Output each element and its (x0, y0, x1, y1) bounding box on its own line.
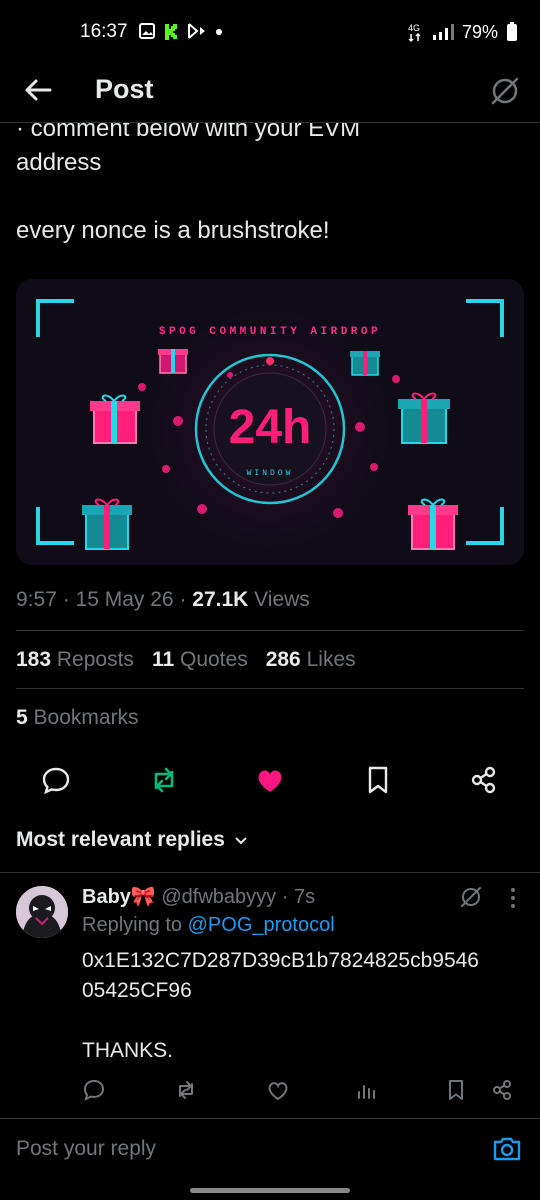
header-divider (0, 122, 540, 123)
gallery-icon (139, 23, 155, 39)
like-heart-icon[interactable] (254, 764, 286, 796)
bookmarks-stat[interactable]: 5 Bookmarks (16, 706, 139, 730)
reposts-stat[interactable]: 183 Reposts (16, 648, 134, 672)
repost-icon[interactable] (148, 764, 180, 796)
media-sub-text: WINDOW (247, 469, 294, 478)
battery-icon (507, 22, 517, 41)
analytics-icon[interactable] (354, 1078, 378, 1102)
replies-sort-label: Most relevant replies (16, 828, 225, 851)
quotes-stat[interactable]: 11 Quotes (152, 648, 248, 672)
bookmark-icon[interactable] (362, 764, 394, 796)
like-icon[interactable] (266, 1078, 290, 1102)
divider (16, 630, 524, 631)
share-icon[interactable] (490, 1078, 514, 1102)
views-label: Views (254, 588, 310, 611)
reply-handle: @dfwbabyyy (161, 886, 277, 908)
repost-icon[interactable] (174, 1078, 198, 1102)
reply-composer: Post your reply (0, 1118, 540, 1181)
back-arrow-icon[interactable] (22, 74, 54, 106)
quotes-count: 11 (151, 648, 175, 671)
reply-input[interactable]: Post your reply (16, 1137, 156, 1161)
grok-icon[interactable] (488, 74, 522, 108)
likes-label: Likes (306, 648, 356, 671)
bookmark-icon[interactable] (444, 1078, 468, 1102)
kick-app-icon (163, 23, 179, 40)
share-icon[interactable] (468, 764, 500, 796)
more-options-icon[interactable] (506, 886, 520, 910)
tweet-text: · comment below with your EVM address ev… (16, 123, 361, 244)
post-date: 15 May 26 (75, 588, 174, 611)
replying-prefix: Replying to (82, 914, 183, 936)
status-time: 16:37 (80, 21, 128, 42)
quotes-label: Quotes (179, 648, 248, 671)
gift-icon (82, 498, 132, 550)
media-big-text: 24h (229, 401, 312, 454)
gift-icon (158, 349, 188, 374)
reply-author: Baby🎀 @dfwbabyyy · 7s (82, 884, 315, 909)
camera-icon[interactable] (492, 1133, 522, 1163)
signal-icon (432, 24, 454, 40)
gift-icon (350, 351, 380, 376)
reply-actions (0, 1074, 540, 1106)
reposts-label: Reposts (56, 648, 134, 671)
battery-percent: 79% (461, 21, 498, 42)
bookmarks-label: Bookmarks (33, 706, 139, 729)
status-bar: 16:37 4G 79% (0, 0, 540, 62)
gift-icon (398, 392, 450, 444)
engagement-stats: 183 Reposts 11 Quotes 286 Likes (16, 648, 356, 672)
avatar-image (16, 886, 68, 938)
divider (0, 872, 540, 873)
tweet-meta: 9:57 · 15 May 26 · 27.1K Views (16, 588, 310, 611)
bookmarks-count: 5 (16, 706, 28, 729)
reply-age: 7s (293, 886, 316, 908)
reposts-count: 183 (16, 648, 52, 671)
gift-icon (408, 498, 458, 550)
reply-text: 0x1E132C7D287D39cB1b7824825cb9546 05425C… (82, 949, 479, 1062)
reply-display-name: Baby🎀 (82, 886, 156, 908)
views-count: 27.1K (192, 588, 249, 611)
airdrop-graphic: $POG COMMUNITY AIRDROP 24h WINDOW (16, 279, 524, 565)
top-app-bar: Post (0, 62, 540, 120)
divider (16, 688, 524, 689)
reply-icon[interactable] (82, 1078, 106, 1102)
play-app-icon (188, 23, 205, 39)
likes-count: 286 (265, 648, 301, 671)
tweet-actions (0, 760, 540, 800)
replying-to: Replying to @POG_protocol (82, 914, 335, 937)
page-title: Post (95, 74, 154, 104)
post-time: 9:57 (16, 588, 57, 611)
media-banner: $POG COMMUNITY AIRDROP (159, 326, 381, 338)
dot-icon (216, 29, 222, 35)
likes-stat[interactable]: 286 Likes (266, 648, 356, 672)
network-4g-icon: 4G (408, 23, 421, 43)
separator-dot: · (276, 886, 294, 908)
reply-icon[interactable] (40, 764, 72, 796)
tweet-text-viewport: · comment below with your EVM address ev… (0, 123, 540, 273)
gift-icon (90, 394, 140, 444)
gesture-bar[interactable] (190, 1188, 350, 1193)
replying-to-link[interactable]: @POG_protocol (188, 914, 335, 936)
network-label: 4G (408, 23, 420, 33)
tweet-media-image[interactable]: $POG COMMUNITY AIRDROP 24h WINDOW (16, 279, 524, 565)
avatar[interactable] (16, 886, 68, 938)
notification-icons (138, 22, 224, 40)
replies-sort-dropdown[interactable]: Most relevant replies (16, 828, 249, 852)
grok-icon[interactable] (458, 884, 484, 910)
chevron-down-icon (235, 837, 247, 845)
